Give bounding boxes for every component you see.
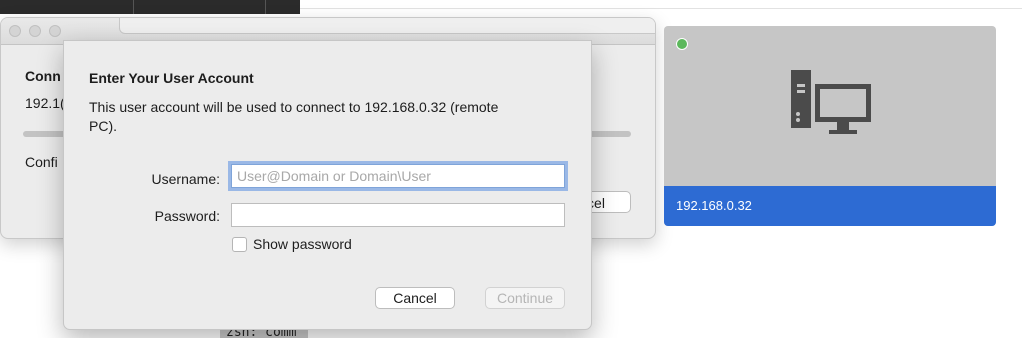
dialog-title: Enter Your User Account (89, 70, 254, 86)
password-label: Password: (154, 208, 220, 224)
show-password-label[interactable]: Show password (253, 236, 352, 252)
continue-button[interactable]: Continue (485, 287, 565, 309)
user-account-dialog: Enter Your User Account This user accoun… (63, 40, 592, 330)
background-tab (119, 18, 655, 34)
close-window-button[interactable] (9, 25, 21, 37)
zoom-window-button[interactable] (49, 25, 61, 37)
minimize-window-button[interactable] (29, 25, 41, 37)
background-divider (300, 8, 1022, 9)
show-password-checkbox[interactable] (232, 237, 247, 252)
dialog-description: This user account will be used to connec… (89, 99, 499, 134)
username-label: Username: (151, 171, 220, 187)
desktop-computer-icon (791, 70, 871, 134)
connecting-status: Confi (25, 154, 58, 170)
username-input[interactable] (231, 164, 565, 188)
connecting-title: Conn (25, 68, 61, 84)
password-input[interactable] (231, 203, 565, 227)
remote-pc-card[interactable]: 192.168.0.32 (664, 26, 996, 226)
background-toolbar-strip (0, 0, 300, 14)
connecting-ip: 192.1( (25, 95, 65, 111)
online-status-icon (676, 38, 688, 50)
cancel-button[interactable]: Cancel (375, 287, 455, 309)
remote-pc-ip-label: 192.168.0.32 (664, 186, 996, 226)
